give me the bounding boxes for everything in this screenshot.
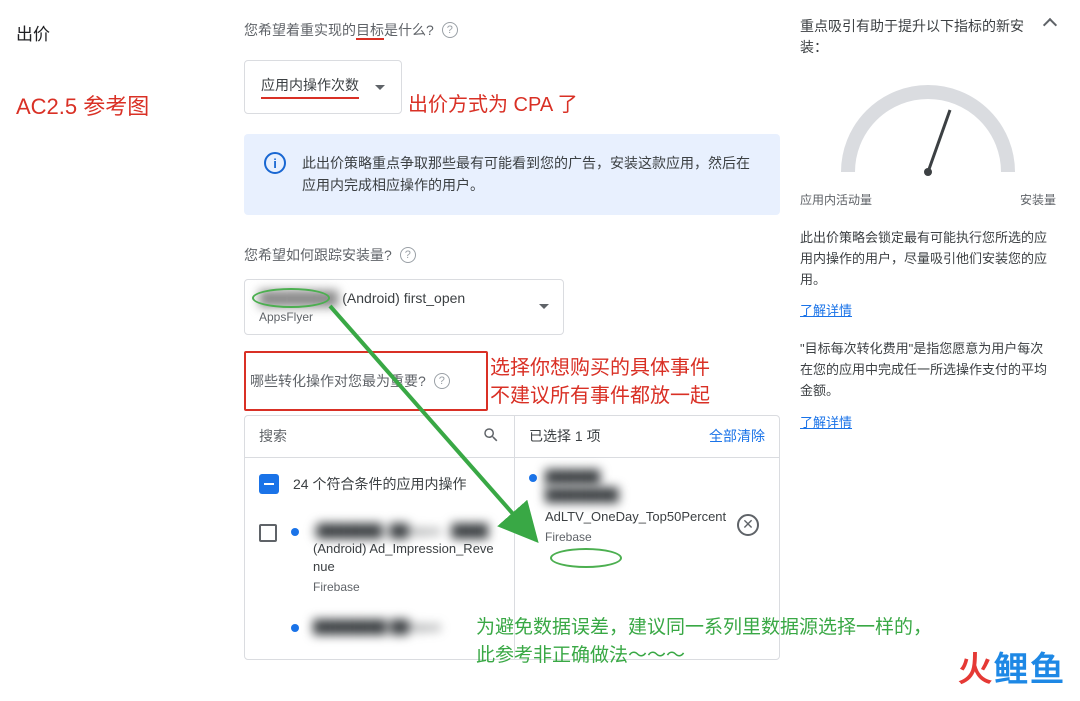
annotation-datasource: 为避免数据误差，建议同一系列里数据源选择一样的， 此参考非正确做法～～～ xyxy=(476,614,932,669)
checkbox[interactable] xyxy=(259,524,277,542)
list-item[interactable]: ████████ ██topus xyxy=(245,606,514,648)
help-icon[interactable]: ? xyxy=(434,373,450,389)
status-dot xyxy=(529,474,537,482)
checkbox-indeterminate[interactable] xyxy=(259,474,279,494)
question-track-install: 您希望如何跟踪安装量? ? xyxy=(244,245,780,265)
help-icon[interactable]: ? xyxy=(442,22,458,38)
section-title-bid: 出价 xyxy=(16,20,226,45)
help-icon[interactable]: ? xyxy=(400,247,416,263)
learn-more-link[interactable]: 了解详情 xyxy=(800,412,852,431)
learn-more-link[interactable]: 了解详情 xyxy=(800,300,852,319)
install-tracking-select[interactable]: ████████ (Android) first_open AppsFlyer xyxy=(244,279,564,335)
side-description-1: 此出价策略会锁定最有可能执行您所选的应用内操作的用户，尽量吸引他们安装您的应用。 xyxy=(800,228,1056,290)
question-goal: 您希望着重实现的目标是什么? ? xyxy=(244,20,780,40)
gauge-label-left: 应用内活动量 xyxy=(800,191,872,208)
side-description-2: "目标每次转化费用"是指您愿意为用户每次在您的应用中完成任一所选操作支付的平均金… xyxy=(800,339,1056,401)
chevron-down-icon xyxy=(375,85,385,90)
install-value: ████████ (Android) first_open xyxy=(259,290,465,306)
clear-all-link[interactable]: 全部清除 xyxy=(709,426,765,446)
annotation-event: 选择你想购买的具体事件 不建议所有事件都放一起 xyxy=(490,354,710,410)
annotation-cpa: 出价方式为 CPA 了 xyxy=(408,88,578,117)
list-item[interactable]: (███████) ██topus - ████ (Android) Ad_Im… xyxy=(245,510,514,607)
annotation-red-box: 哪些转化操作对您最为重要? ? xyxy=(244,351,488,411)
remove-button[interactable]: ✕ xyxy=(737,514,759,536)
selected-count: 已选择 1 项 xyxy=(529,426,601,446)
goal-dropdown[interactable]: 应用内操作次数 xyxy=(244,60,402,114)
search-icon xyxy=(482,426,500,447)
available-count: 24 个符合条件的应用内操作 xyxy=(293,474,466,494)
side-panel-title: 重点吸引有助于提升以下指标的新安装： xyxy=(800,16,1043,58)
info-icon: i xyxy=(264,152,286,174)
watermark: 火鲤鱼 xyxy=(958,642,1066,691)
status-dot xyxy=(291,624,299,632)
chevron-down-icon xyxy=(539,304,549,309)
selected-item: ██████ ████████ AdLTV_OneDay_Top50Percen… xyxy=(529,468,765,545)
status-dot xyxy=(291,528,299,536)
install-source: AppsFlyer xyxy=(259,310,465,324)
goal-dropdown-label: 应用内操作次数 xyxy=(261,75,359,99)
gauge-label-right: 安装量 xyxy=(1020,191,1056,208)
info-text: 此出价策略重点争取那些最有可能看到您的广告，安装这款应用，然后在应用内完成相应操… xyxy=(302,152,760,197)
gauge-chart: 应用内活动量 安装量 xyxy=(800,72,1056,208)
info-banner: i 此出价策略重点争取那些最有可能看到您的广告，安装这款应用，然后在应用内完成相… xyxy=(244,134,780,215)
question-conversions: 哪些转化操作对您最为重要? ? xyxy=(250,371,478,391)
chevron-up-icon[interactable] xyxy=(1043,16,1056,30)
annotation-ref: AC2.5 参考图 xyxy=(16,89,226,121)
search-input[interactable]: 搜索 xyxy=(245,416,515,457)
